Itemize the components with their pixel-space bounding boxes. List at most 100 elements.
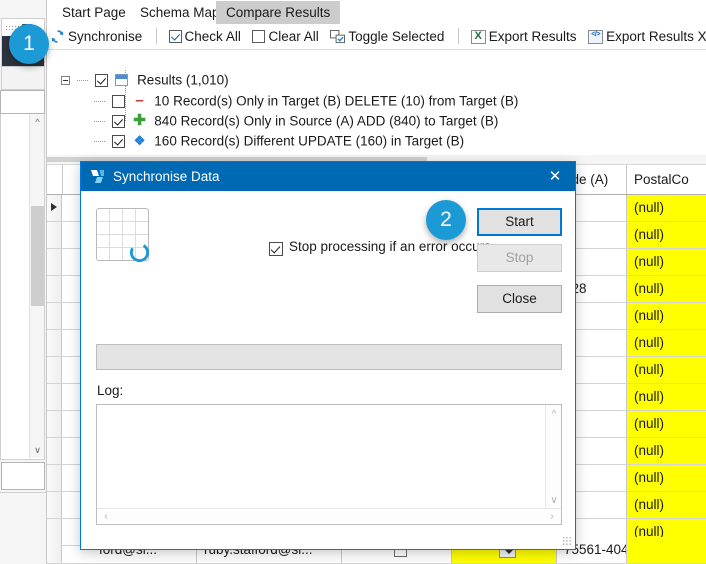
left-panel-footer bbox=[0, 492, 46, 564]
grid-cell-postalcode[interactable]: (null) bbox=[627, 276, 706, 302]
application-window: ^ ∨ Start Page Schema Map Compare Result… bbox=[0, 0, 706, 564]
left-panel-bottom-field[interactable] bbox=[1, 462, 45, 490]
grid-cell-postalcode[interactable]: (null) bbox=[627, 222, 706, 248]
add-op-icon: ✚ bbox=[133, 112, 146, 130]
collapse-icon[interactable] bbox=[61, 75, 70, 85]
grid-row-header[interactable] bbox=[47, 438, 62, 464]
grid-row-header[interactable] bbox=[47, 249, 62, 275]
resize-grip-icon[interactable] bbox=[562, 536, 572, 546]
tree-checkbox-update[interactable] bbox=[111, 134, 125, 148]
toggle-selected-icon bbox=[330, 29, 346, 44]
delete-op-icon: – bbox=[135, 92, 144, 110]
export-results-xml-button[interactable]: Export Results Xml bbox=[585, 24, 706, 49]
synchronise-label: Synchronise bbox=[68, 29, 143, 44]
tree-label-update: 160 Record(s) Different UPDATE (160) in … bbox=[154, 133, 465, 149]
grid-row-header[interactable] bbox=[47, 465, 62, 491]
export-results-button[interactable]: Export Results bbox=[468, 24, 582, 49]
compare-results-toolbar: Synchronise Check All Clear All Toggle S… bbox=[47, 24, 706, 50]
clear-all-label: Clear All bbox=[268, 29, 319, 44]
dialog-titlebar[interactable]: Synchronise Data ✕ bbox=[81, 162, 575, 191]
left-panel-toolbar-strip bbox=[1, 66, 45, 90]
scroll-right-icon[interactable]: › bbox=[546, 511, 558, 522]
tree-node-delete[interactable]: – 10 Record(s) Only in Target (B) DELETE… bbox=[94, 91, 518, 111]
tree-line-icon bbox=[76, 79, 89, 81]
results-grid-icon bbox=[115, 74, 129, 87]
scroll-up-icon[interactable]: ^ bbox=[546, 409, 562, 420]
tree-label-delete: 10 Record(s) Only in Target (B) DELETE (… bbox=[154, 93, 519, 109]
grid-cell-postalcode[interactable]: (null) bbox=[627, 249, 706, 275]
stop-on-error-label: Stop processing if an error occurs. bbox=[289, 239, 495, 254]
grid-cell-postalcode[interactable]: (null) bbox=[627, 195, 706, 221]
tab-compare-results[interactable]: Compare Results bbox=[216, 1, 341, 24]
dialog-body: Stop processing if an error occurs. Star… bbox=[81, 191, 575, 549]
grid-row-header[interactable] bbox=[47, 537, 62, 563]
toggle-selected-button[interactable]: Toggle Selected bbox=[327, 24, 449, 49]
grid-row-header[interactable] bbox=[47, 330, 62, 356]
grid-select-all-corner[interactable] bbox=[47, 165, 63, 194]
sync-icon bbox=[50, 29, 65, 44]
grid-row-header[interactable] bbox=[47, 357, 62, 383]
tree-checkbox-results[interactable] bbox=[94, 73, 108, 87]
tree-line-icon bbox=[94, 120, 106, 122]
close-button[interactable]: Close bbox=[477, 285, 562, 313]
scroll-up-icon[interactable]: ^ bbox=[30, 114, 45, 130]
scroll-left-icon[interactable]: ‹ bbox=[100, 511, 112, 522]
tree-node-update[interactable]: ❖ 160 Record(s) Different UPDATE (160) i… bbox=[94, 131, 464, 151]
stop-on-error-checkbox[interactable] bbox=[269, 242, 283, 256]
update-op-icon: ❖ bbox=[133, 133, 146, 149]
grid-cell-postalcode[interactable]: (null) bbox=[627, 384, 706, 410]
check-all-button[interactable]: Check All bbox=[166, 24, 246, 49]
left-panel-scrollbar[interactable]: ^ ∨ bbox=[29, 114, 44, 458]
grid-row-header[interactable] bbox=[47, 384, 62, 410]
scrollbar-thumb[interactable] bbox=[31, 206, 44, 306]
clear-all-button[interactable]: Clear All bbox=[249, 24, 323, 49]
log-textarea[interactable]: ^ ∨ ‹ › bbox=[96, 404, 562, 525]
left-panel-field[interactable] bbox=[0, 90, 45, 114]
grid-row-header[interactable] bbox=[47, 195, 62, 221]
grid-cell-postalcode-null[interactable] bbox=[627, 537, 706, 563]
tab-start-page[interactable]: Start Page bbox=[52, 1, 136, 24]
grid-cell-postalcode[interactable]: (null) bbox=[627, 438, 706, 464]
tree-node-add[interactable]: ✚ 840 Record(s) Only in Source (A) ADD (… bbox=[94, 111, 498, 131]
tree-checkbox-delete[interactable] bbox=[111, 94, 125, 108]
dialog-title-text: Synchronise Data bbox=[113, 169, 220, 184]
sync-illustration bbox=[96, 208, 158, 270]
tree-checkbox-add[interactable] bbox=[111, 114, 125, 128]
grid-cell-postalcode[interactable]: (null) bbox=[627, 357, 706, 383]
close-icon[interactable]: ✕ bbox=[535, 162, 575, 191]
tree-node-results[interactable]: Results (1,010) bbox=[61, 70, 229, 90]
export-results-label: Export Results bbox=[488, 29, 577, 44]
tree-label-results: Results (1,010) bbox=[137, 72, 229, 88]
grid-cell-postalcode[interactable]: (null) bbox=[627, 330, 706, 356]
scroll-down-icon[interactable]: ∨ bbox=[546, 495, 562, 506]
scroll-down-icon[interactable]: ∨ bbox=[30, 442, 45, 458]
stop-button[interactable]: Stop bbox=[477, 244, 562, 272]
grid-column-header-postalcode[interactable]: PostalCo bbox=[627, 165, 706, 194]
left-dock-panel: ^ ∨ bbox=[0, 0, 47, 564]
grid-cell-postalcode[interactable]: (null) bbox=[627, 492, 706, 518]
toolbar-separator-1 bbox=[155, 28, 157, 44]
grid-row-header[interactable] bbox=[47, 303, 62, 329]
tab-schema-map[interactable]: Schema Map bbox=[130, 1, 230, 24]
grid-row-header[interactable] bbox=[47, 492, 62, 518]
tree-line-icon bbox=[94, 140, 106, 142]
results-tree: Results (1,010) – 10 Record(s) Only in T… bbox=[47, 50, 706, 155]
grid-cell-postalcode[interactable]: (null) bbox=[627, 465, 706, 491]
log-horizontal-scrollbar[interactable]: ‹ › bbox=[97, 508, 561, 524]
excel-icon bbox=[470, 29, 486, 44]
xml-icon bbox=[588, 29, 604, 44]
checkbox-checked-icon bbox=[168, 30, 182, 43]
toggle-selected-label: Toggle Selected bbox=[348, 29, 445, 44]
grid-cell-postalcode[interactable]: (null) bbox=[627, 303, 706, 329]
log-vertical-scrollbar[interactable]: ^ ∨ bbox=[545, 405, 561, 508]
callout-badge-2: 2 bbox=[426, 200, 466, 240]
start-button[interactable]: Start bbox=[477, 208, 562, 236]
grid-row-header[interactable] bbox=[47, 276, 62, 302]
grid-row-header[interactable] bbox=[47, 222, 62, 248]
grid-cell-postalcode[interactable]: (null) bbox=[627, 411, 706, 437]
callout-badge-1: 1 bbox=[9, 24, 49, 64]
log-label: Log: bbox=[97, 383, 124, 398]
synchronise-button[interactable]: Synchronise bbox=[47, 24, 147, 49]
progress-bar bbox=[96, 344, 562, 370]
grid-row-header[interactable] bbox=[47, 411, 62, 437]
